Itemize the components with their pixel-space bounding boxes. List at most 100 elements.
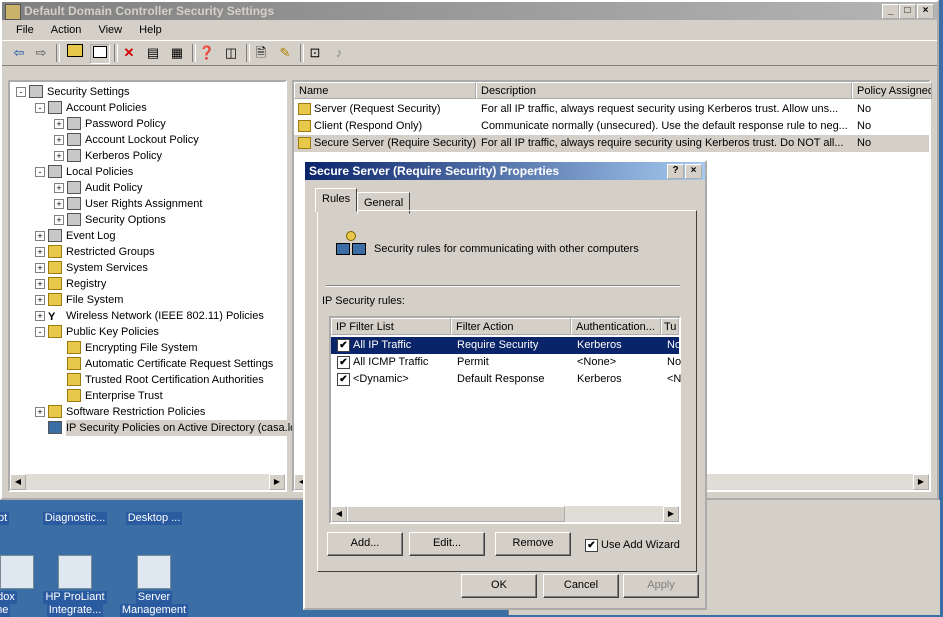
rule-row[interactable]: ✔ <Dynamic> Default Response Kerberos <N: [331, 371, 681, 388]
expand-icon[interactable]: +: [54, 151, 64, 161]
assign-icon[interactable]: ♪: [330, 44, 348, 62]
expand-icon[interactable]: +: [35, 295, 45, 305]
tree-node[interactable]: - Local Policies: [10, 164, 285, 180]
collapse-icon[interactable]: -: [35, 327, 45, 337]
rule-enabled-checkbox[interactable]: ✔: [337, 339, 350, 352]
tree-node[interactable]: Trusted Root Certification Authorities: [10, 372, 285, 388]
expand-icon[interactable]: +: [54, 135, 64, 145]
scroll-right-arrow-icon[interactable]: ▶: [663, 506, 679, 522]
expand-icon[interactable]: +: [35, 311, 45, 321]
tab-rules[interactable]: Rules: [315, 188, 358, 212]
tree-node[interactable]: + Restricted Groups: [10, 244, 285, 260]
column-header-policy-assigned[interactable]: Policy Assigned: [852, 82, 932, 99]
rule-enabled-checkbox[interactable]: ✔: [337, 356, 350, 369]
scroll-left-arrow-icon[interactable]: ◀: [331, 506, 347, 522]
ok-button[interactable]: OK: [461, 574, 537, 598]
main-titlebar[interactable]: Default Domain Controller Security Setti…: [2, 2, 937, 20]
expand-icon[interactable]: +: [54, 199, 64, 209]
expand-icon[interactable]: +: [35, 263, 45, 273]
desktop-icon-paradox[interactable]: aradox time: [0, 555, 36, 617]
expand-icon[interactable]: +: [35, 279, 45, 289]
tree-node[interactable]: + User Rights Assignment: [10, 196, 285, 212]
new-policy-icon[interactable]: 🗎: [252, 44, 270, 62]
tree-node[interactable]: IP Security Policies on Active Directory…: [10, 420, 308, 436]
tree-node[interactable]: + Password Policy: [10, 116, 285, 132]
tree-node[interactable]: - Public Key Policies: [10, 324, 285, 340]
tree-node[interactable]: + Y Wireless Network (IEEE 802.11) Policie…: [10, 308, 285, 324]
tree-node[interactable]: - Account Policies: [10, 100, 285, 116]
collapse-icon[interactable]: -: [35, 103, 45, 113]
desktop-icon-server-management[interactable]: Server Management: [116, 555, 192, 617]
column-header-filter-list[interactable]: IP Filter List: [331, 318, 451, 335]
desktop-icon-hp-proliant[interactable]: HP ProLiant Integrate...: [37, 555, 113, 617]
maximize-button[interactable]: □: [899, 4, 916, 19]
column-header-filter-action[interactable]: Filter Action: [451, 318, 571, 335]
tree-horizontal-scrollbar[interactable]: ◀ ▶: [10, 474, 285, 490]
help-icon[interactable]: ❓: [198, 44, 216, 62]
scroll-left-arrow-icon[interactable]: ◀: [10, 474, 26, 490]
expand-icon[interactable]: +: [54, 215, 64, 225]
menu-file[interactable]: File: [16, 24, 34, 36]
menu-view[interactable]: View: [98, 24, 122, 36]
use-add-wizard-checkbox[interactable]: ✔: [585, 539, 598, 552]
dialog-titlebar[interactable]: Secure Server (Require Security) Propert…: [305, 162, 705, 180]
apply-button[interactable]: Apply: [623, 574, 699, 598]
rule-row[interactable]: ✔ All IP Traffic Require Security Kerberos N…: [331, 337, 681, 354]
tree-node[interactable]: + System Services: [10, 260, 285, 276]
expand-icon[interactable]: +: [54, 183, 64, 193]
forward-arrow-icon[interactable]: ⇨: [32, 44, 50, 62]
import-icon[interactable]: ✎: [276, 44, 294, 62]
cancel-button[interactable]: Cancel: [543, 574, 619, 598]
expand-icon[interactable]: +: [35, 231, 45, 241]
delete-icon[interactable]: ✕: [120, 44, 138, 62]
tree-node[interactable]: + Event Log: [10, 228, 285, 244]
column-header-tunnel[interactable]: Tu: [661, 318, 679, 335]
export-list-icon[interactable]: ▦: [168, 44, 186, 62]
properties-icon[interactable]: ▤: [144, 44, 162, 62]
tree-node[interactable]: + Account Lockout Policy: [10, 132, 285, 148]
column-header-authentication[interactable]: Authentication...: [571, 318, 661, 335]
tree-node[interactable]: + Audit Policy: [10, 180, 285, 196]
collapse-icon[interactable]: -: [35, 167, 45, 177]
rules-list[interactable]: IP Filter List Filter Action Authenticat…: [329, 316, 681, 524]
menu-help[interactable]: Help: [139, 24, 162, 36]
dialog-close-button[interactable]: ×: [685, 164, 702, 179]
desktop-icon-hp-diagnostics[interactable]: Diagnostic...: [37, 512, 113, 525]
list-row[interactable]: Secure Server (Require Security) For all …: [294, 135, 929, 152]
tree-node[interactable]: + Software Restriction Policies: [10, 404, 285, 420]
tree-node[interactable]: Encrypting File System: [10, 340, 285, 356]
list-row[interactable]: Client (Respond Only) Communicate normall…: [294, 118, 929, 135]
tree-node[interactable]: Automatic Certificate Request Settings: [10, 356, 285, 372]
tree-node[interactable]: + Security Options: [10, 212, 285, 228]
remove-button[interactable]: Remove: [495, 532, 571, 556]
rule-enabled-checkbox[interactable]: ✔: [337, 373, 350, 386]
minimize-button[interactable]: _: [882, 4, 899, 19]
list-row[interactable]: Server (Request Security) For all IP traf…: [294, 101, 929, 118]
tree-node[interactable]: + Kerberos Policy: [10, 148, 285, 164]
tree-node[interactable]: + File System: [10, 292, 285, 308]
show-hide-tree-icon[interactable]: [90, 44, 110, 64]
rule-row[interactable]: ✔ All ICMP Traffic Permit <None> No: [331, 354, 681, 371]
scroll-thumb[interactable]: [347, 506, 565, 522]
back-arrow-icon[interactable]: ⇦: [10, 44, 28, 62]
up-folder-icon[interactable]: [66, 44, 84, 62]
scroll-right-arrow-icon[interactable]: ▶: [913, 474, 929, 490]
rules-horizontal-scrollbar[interactable]: ◀ ▶: [331, 506, 679, 522]
close-button[interactable]: ×: [917, 4, 934, 19]
scroll-right-arrow-icon[interactable]: ▶: [269, 474, 285, 490]
menu-action[interactable]: Action: [51, 24, 82, 36]
show-hide-action-pane-icon[interactable]: ◫: [222, 44, 240, 62]
add-button[interactable]: Add...: [327, 532, 403, 556]
tree-node[interactable]: Enterprise Trust: [10, 388, 285, 404]
desktop-icon-prompt[interactable]: mpt: [0, 512, 36, 525]
column-header-name[interactable]: Name: [294, 82, 476, 99]
edit-button[interactable]: Edit...: [409, 532, 485, 556]
tree-pane[interactable]: - Security Settings - Account Policies + Pass…: [8, 80, 308, 492]
expand-icon[interactable]: +: [35, 247, 45, 257]
tree-node[interactable]: - Security Settings: [10, 84, 285, 100]
expand-icon[interactable]: +: [35, 407, 45, 417]
tree-node[interactable]: + Registry: [10, 276, 285, 292]
collapse-icon[interactable]: -: [16, 87, 26, 97]
help-button[interactable]: ?: [667, 164, 684, 179]
expand-icon[interactable]: +: [54, 119, 64, 129]
